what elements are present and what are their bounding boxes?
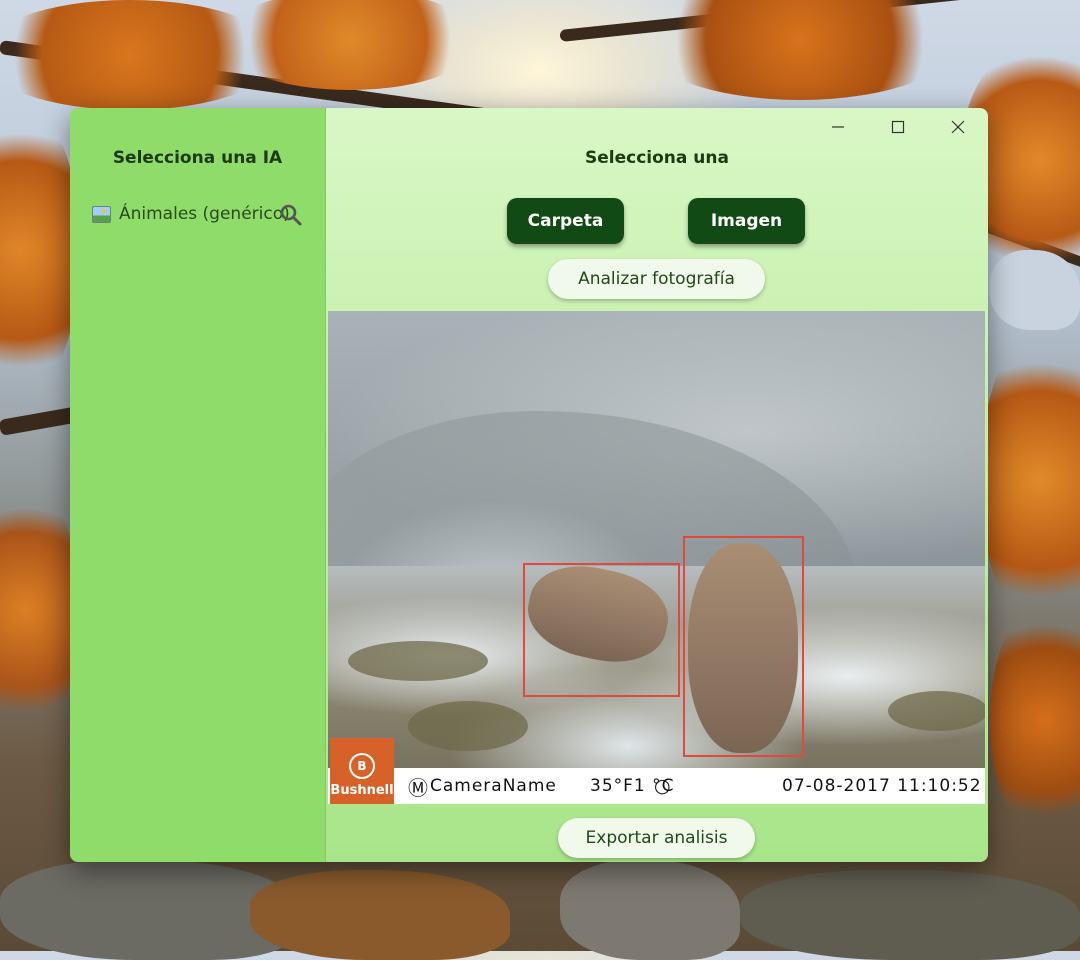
minimize-icon	[832, 126, 844, 128]
folder-button[interactable]: Carpeta	[507, 198, 624, 244]
bushnell-logo: B Bushnell	[330, 738, 394, 804]
photo-shrub	[888, 691, 985, 731]
timestamp: 07-08-2017 11:10:52	[782, 776, 982, 796]
minimize-button[interactable]	[816, 114, 860, 140]
analyzed-photo: Ⓜ CameraName 35°F1 °C ○ 07-08-2017 11:10…	[328, 311, 985, 804]
analyze-photo-button[interactable]: Analizar fotografía	[548, 259, 765, 299]
mode-symbol: Ⓜ	[408, 775, 429, 800]
photo-shrub	[348, 641, 488, 681]
detection-box[interactable]	[683, 536, 804, 757]
close-icon	[951, 120, 965, 134]
brand-letter: B	[349, 753, 375, 779]
model-item-animals[interactable]: Ánimales (genérico)	[92, 204, 290, 224]
search-icon[interactable]	[279, 203, 303, 227]
main-title: Selecciona una	[585, 148, 729, 168]
export-analysis-button[interactable]: Exportar analisis	[558, 818, 755, 858]
detection-box[interactable]	[523, 563, 680, 697]
moon-phase-icon: ○	[654, 775, 672, 797]
app-window: Selecciona una IA Ánimales (genérico) Se…	[70, 108, 988, 862]
main-panel: Selecciona una Carpeta Imagen Analizar f…	[326, 108, 988, 862]
maximize-icon	[891, 120, 905, 134]
image-button[interactable]: Imagen	[688, 198, 805, 244]
photo-shrub	[408, 701, 528, 751]
sidebar: Selecciona una IA Ánimales (genérico)	[70, 108, 326, 862]
sidebar-title: Selecciona una IA	[112, 148, 283, 168]
close-button[interactable]	[936, 114, 980, 140]
picture-icon	[92, 205, 111, 223]
camera-name: CameraName	[430, 776, 557, 796]
trail-camera-info-bar: Ⓜ CameraName 35°F1 °C ○ 07-08-2017 11:10…	[328, 768, 985, 804]
maximize-button[interactable]	[876, 114, 920, 140]
model-item-label: Ánimales (genérico)	[119, 204, 290, 224]
brand-name: Bushnell	[330, 783, 394, 798]
